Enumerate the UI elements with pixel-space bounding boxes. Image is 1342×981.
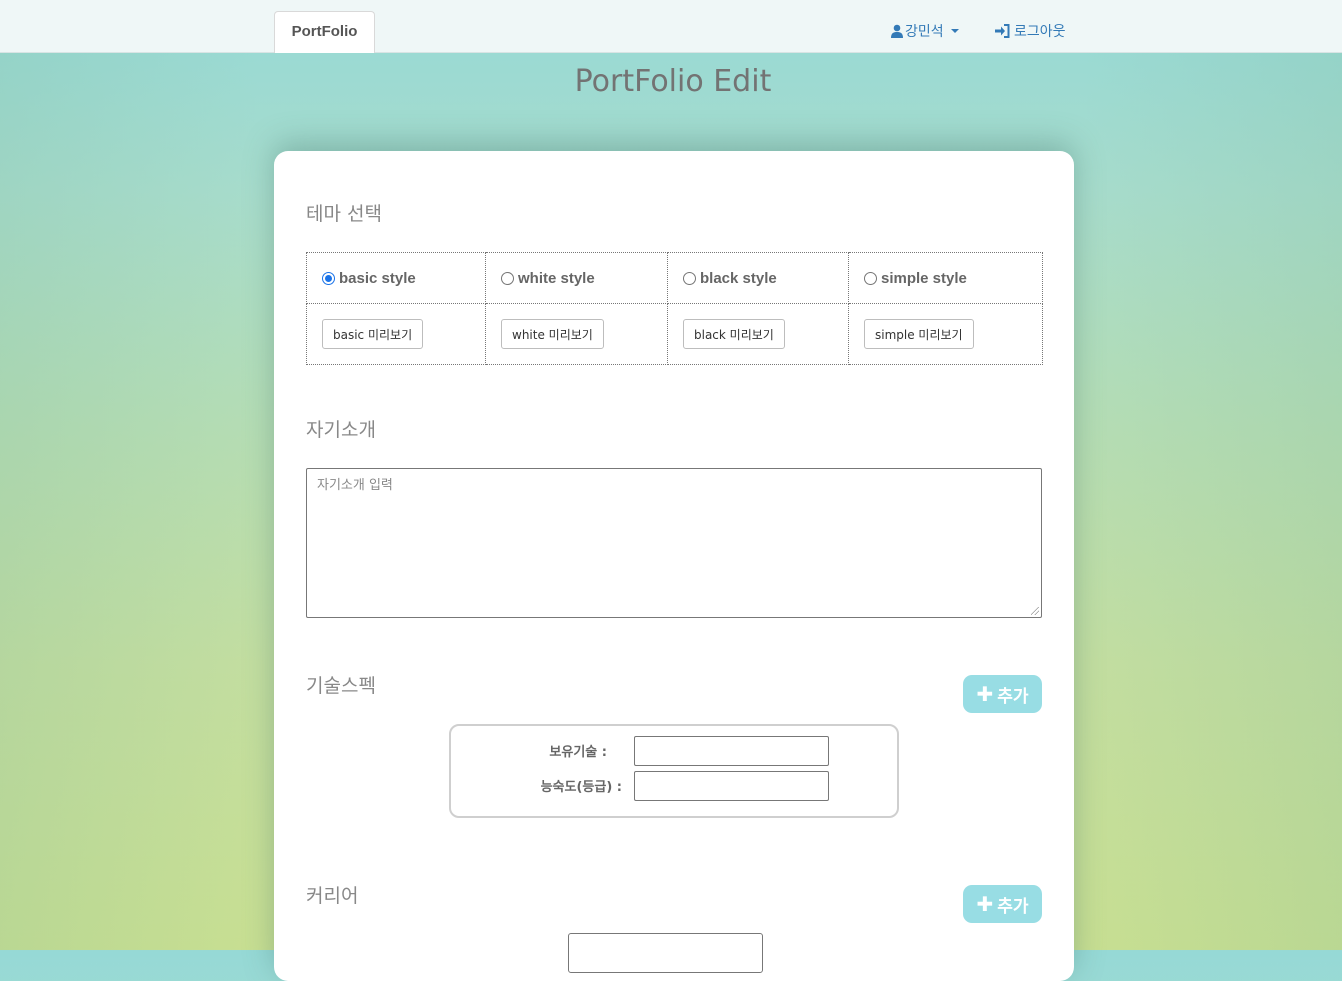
- theme-option-basic[interactable]: basic style: [322, 270, 485, 287]
- white-preview-button[interactable]: white 미리보기: [501, 319, 604, 349]
- theme-option-simple[interactable]: simple style: [864, 270, 1042, 287]
- user-icon: [891, 24, 903, 38]
- skill-entry-box: 보유기술 : 능숙도(등급) :: [449, 724, 899, 818]
- skill-input[interactable]: [634, 736, 829, 766]
- radio-white[interactable]: [501, 271, 514, 285]
- theme-option-label: black style: [700, 269, 777, 287]
- theme-section-title: 테마 선택: [306, 203, 382, 225]
- page-title: PortFolio Edit: [574, 64, 772, 99]
- theme-option-label: white style: [518, 269, 595, 287]
- theme-cell: basic 미리보기: [306, 303, 486, 365]
- radio-basic[interactable]: [322, 271, 335, 285]
- skills-section-title: 기술스펙: [306, 675, 376, 697]
- basic-preview-button[interactable]: basic 미리보기: [322, 319, 424, 349]
- logout-label: 로그아웃: [1014, 24, 1066, 40]
- intro-textarea[interactable]: 자기소개 입력: [306, 468, 1042, 618]
- skill-label: 보유기술 :: [549, 744, 607, 760]
- add-skill-label: 추가: [997, 686, 1029, 707]
- theme-cell: basic style: [306, 252, 486, 304]
- radio-black[interactable]: [683, 271, 696, 285]
- navbar: PortFolio 강민석 로그아웃: [0, 0, 1342, 53]
- intro-section-title: 자기소개: [306, 419, 376, 441]
- caret-down-icon: [950, 29, 959, 33]
- theme-table: basic style white style black style simp…: [306, 252, 1043, 365]
- resize-grip-icon[interactable]: [1031, 607, 1039, 615]
- theme-option-white[interactable]: white style: [501, 270, 667, 287]
- level-input[interactable]: [634, 771, 829, 801]
- theme-cell: white style: [485, 252, 668, 304]
- career-input[interactable]: [568, 933, 763, 973]
- theme-cell: white 미리보기: [485, 303, 668, 365]
- theme-cell: black 미리보기: [667, 303, 849, 365]
- theme-option-label: simple style: [881, 269, 967, 287]
- add-career-label: 추가: [997, 896, 1029, 917]
- logout-link[interactable]: 로그아웃: [995, 20, 1066, 42]
- add-career-button[interactable]: ✚ 추가: [963, 885, 1042, 923]
- career-section-title: 커리어: [306, 885, 359, 907]
- intro-placeholder: 자기소개 입력: [317, 478, 393, 493]
- black-preview-button[interactable]: black 미리보기: [683, 319, 785, 349]
- theme-cell: black style: [667, 252, 849, 304]
- add-skill-button[interactable]: ✚ 추가: [963, 675, 1042, 713]
- theme-cell: simple style: [848, 252, 1043, 304]
- background-shade-right: [1082, 52, 1342, 950]
- theme-cell: simple 미리보기: [848, 303, 1043, 365]
- brand-tab[interactable]: PortFolio: [274, 11, 375, 53]
- theme-option-label: basic style: [339, 269, 416, 287]
- background-shade-left: [0, 52, 260, 950]
- simple-preview-button[interactable]: simple 미리보기: [864, 319, 974, 349]
- theme-option-black[interactable]: black style: [683, 270, 848, 287]
- level-label: 능숙도(등급) :: [540, 779, 622, 795]
- radio-simple[interactable]: [864, 271, 877, 285]
- user-name: 강민석: [905, 24, 944, 40]
- user-menu-dropdown[interactable]: 강민석: [890, 20, 959, 42]
- plus-icon: ✚: [976, 892, 994, 916]
- edit-card: 테마 선택 basic style white style black styl…: [274, 151, 1074, 981]
- sign-in-icon: [995, 24, 1010, 38]
- plus-icon: ✚: [976, 682, 994, 706]
